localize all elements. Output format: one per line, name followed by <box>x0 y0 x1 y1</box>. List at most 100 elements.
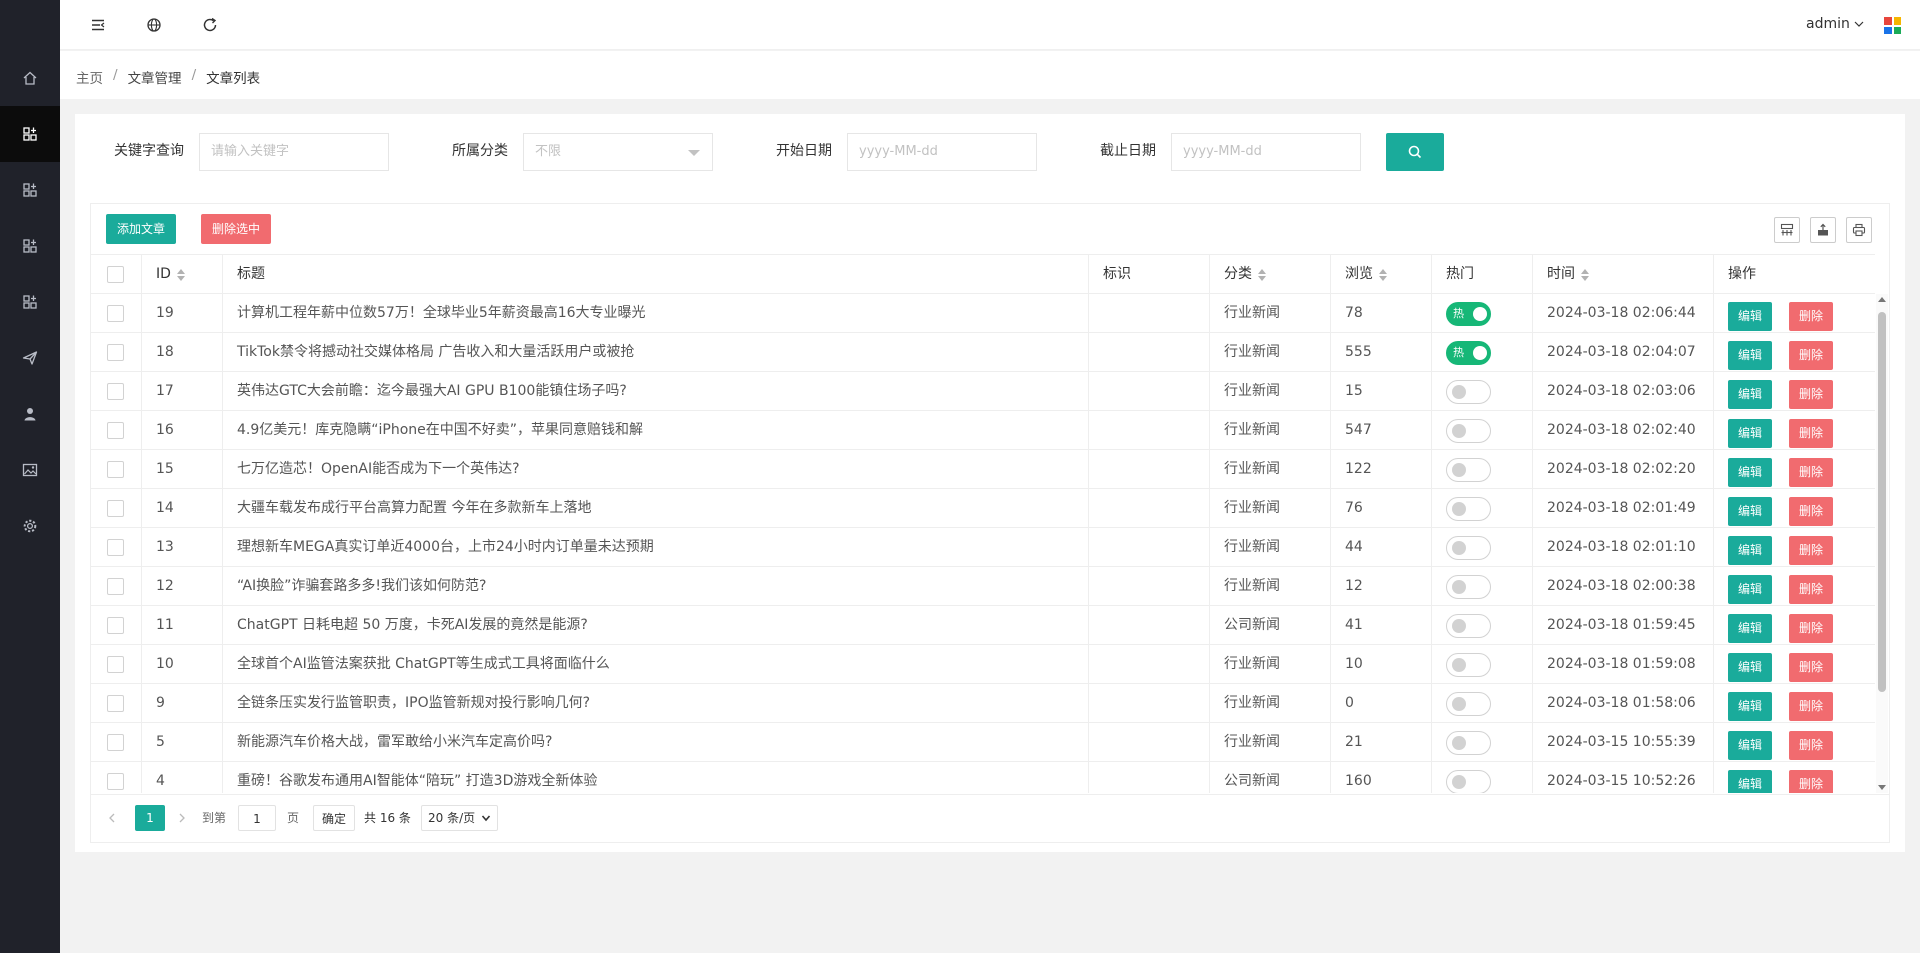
page-size-select[interactable]: 20 条/页 <box>421 805 499 831</box>
globe-icon[interactable] <box>145 16 163 34</box>
edit-button[interactable]: 编辑 <box>1728 497 1773 526</box>
sidebar-item-picture[interactable] <box>0 442 60 498</box>
table-scrollbar[interactable] <box>1876 294 1888 793</box>
edit-button[interactable]: 编辑 <box>1728 575 1773 604</box>
columns-filter-icon[interactable] <box>1774 217 1800 243</box>
edit-button[interactable]: 编辑 <box>1728 458 1773 487</box>
edit-button[interactable]: 编辑 <box>1728 302 1773 331</box>
delete-button[interactable]: 删除 <box>1789 380 1834 409</box>
app-grid-icon[interactable] <box>1884 17 1901 34</box>
row-checkbox[interactable] <box>107 500 124 517</box>
row-checkbox[interactable] <box>107 539 124 556</box>
delete-button[interactable]: 删除 <box>1789 302 1834 331</box>
row-checkbox[interactable] <box>107 617 124 634</box>
hot-toggle[interactable] <box>1446 575 1491 599</box>
sidebar-item-user[interactable] <box>0 386 60 442</box>
sidebar-item-home[interactable] <box>0 50 60 106</box>
delete-button[interactable]: 删除 <box>1789 614 1834 643</box>
hot-toggle[interactable] <box>1446 731 1491 755</box>
hot-toggle[interactable] <box>1446 692 1491 716</box>
search-button[interactable] <box>1386 133 1444 171</box>
delete-button[interactable]: 删除 <box>1789 419 1834 448</box>
sort-icon[interactable] <box>1581 268 1589 281</box>
next-page-icon[interactable] <box>177 805 187 831</box>
row-checkbox[interactable] <box>107 305 124 322</box>
goto-page-input[interactable]: 1 <box>238 805 276 831</box>
hot-toggle[interactable] <box>1446 380 1491 404</box>
delete-button[interactable]: 删除 <box>1789 341 1834 370</box>
delete-button[interactable]: 删除 <box>1789 770 1834 793</box>
edit-button[interactable]: 编辑 <box>1728 692 1773 721</box>
prev-page-icon[interactable] <box>107 805 117 831</box>
edit-button[interactable]: 编辑 <box>1728 653 1773 682</box>
delete-button[interactable]: 删除 <box>1789 497 1834 526</box>
sidebar-item-settings[interactable] <box>0 498 60 554</box>
menu-toggle-icon[interactable] <box>89 16 107 34</box>
row-checkbox[interactable] <box>107 344 124 361</box>
hot-toggle[interactable] <box>1446 458 1491 482</box>
row-checkbox[interactable] <box>107 773 124 790</box>
scrollbar-thumb[interactable] <box>1878 312 1886 692</box>
refresh-icon[interactable] <box>201 16 219 34</box>
delete-button[interactable]: 删除 <box>1789 653 1834 682</box>
scroll-down-icon[interactable] <box>1878 785 1886 790</box>
add-article-button[interactable]: 添加文章 <box>106 214 177 244</box>
edit-button[interactable]: 编辑 <box>1728 536 1773 565</box>
cell-category: 行业新闻 <box>1210 450 1331 488</box>
select-all-checkbox[interactable] <box>107 266 124 283</box>
category-select[interactable]: 不限 <box>523 133 713 171</box>
row-checkbox[interactable] <box>107 383 124 400</box>
row-checkbox[interactable] <box>107 695 124 712</box>
hot-toggle[interactable]: 热 <box>1446 302 1491 326</box>
goto-confirm-button[interactable]: 确定 <box>313 805 356 831</box>
hot-toggle[interactable] <box>1446 770 1491 793</box>
scroll-up-icon[interactable] <box>1878 297 1886 302</box>
row-checkbox[interactable] <box>107 422 124 439</box>
row-checkbox[interactable] <box>107 656 124 673</box>
row-checkbox[interactable] <box>107 578 124 595</box>
header-select-all[interactable] <box>91 255 142 294</box>
hot-toggle[interactable] <box>1446 497 1491 521</box>
sidebar-item-articles[interactable] <box>0 106 60 162</box>
sort-icon[interactable] <box>176 268 185 281</box>
row-checkbox[interactable] <box>107 461 124 478</box>
sidebar-item-menu-4[interactable] <box>0 218 60 274</box>
edit-button[interactable]: 编辑 <box>1728 419 1773 448</box>
sidebar-item-send[interactable] <box>0 330 60 386</box>
delete-button[interactable]: 删除 <box>1789 692 1834 721</box>
hot-toggle[interactable] <box>1446 614 1491 638</box>
column-time[interactable]: 时间 <box>1533 255 1714 294</box>
end-date-input[interactable]: yyyy-MM-dd <box>1171 133 1361 171</box>
sort-icon[interactable] <box>1258 268 1266 281</box>
breadcrumb-section[interactable]: 文章管理 <box>128 67 182 87</box>
delete-button[interactable]: 删除 <box>1789 731 1834 760</box>
delete-selected-button[interactable]: 删除选中 <box>201 214 272 244</box>
row-checkbox[interactable] <box>107 734 124 751</box>
column-views[interactable]: 浏览 <box>1331 255 1432 294</box>
edit-button[interactable]: 编辑 <box>1728 770 1773 793</box>
sidebar-item-menu-3[interactable] <box>0 162 60 218</box>
delete-button[interactable]: 删除 <box>1789 458 1834 487</box>
delete-button[interactable]: 删除 <box>1789 536 1834 565</box>
column-category[interactable]: 分类 <box>1210 255 1331 294</box>
sort-icon[interactable] <box>1379 268 1387 281</box>
edit-button[interactable]: 编辑 <box>1728 380 1773 409</box>
sidebar-item-menu-5[interactable] <box>0 274 60 330</box>
toggle-knob <box>1452 502 1466 516</box>
edit-button[interactable]: 编辑 <box>1728 731 1773 760</box>
edit-button[interactable]: 编辑 <box>1728 341 1773 370</box>
keyword-input[interactable]: 请输入关键字 <box>199 133 389 171</box>
edit-button[interactable]: 编辑 <box>1728 614 1773 643</box>
hot-toggle[interactable] <box>1446 536 1491 560</box>
hot-toggle[interactable]: 热 <box>1446 341 1491 365</box>
page-1-button[interactable]: 1 <box>135 805 165 831</box>
hot-toggle[interactable] <box>1446 419 1491 443</box>
column-id[interactable]: ID <box>142 255 223 294</box>
export-icon[interactable] <box>1810 217 1836 243</box>
hot-toggle[interactable] <box>1446 653 1491 677</box>
user-menu[interactable]: admin <box>1806 16 1865 32</box>
breadcrumb-home[interactable]: 主页 <box>76 67 103 87</box>
print-icon[interactable] <box>1846 217 1872 243</box>
start-date-input[interactable]: yyyy-MM-dd <box>847 133 1037 171</box>
delete-button[interactable]: 删除 <box>1789 575 1834 604</box>
